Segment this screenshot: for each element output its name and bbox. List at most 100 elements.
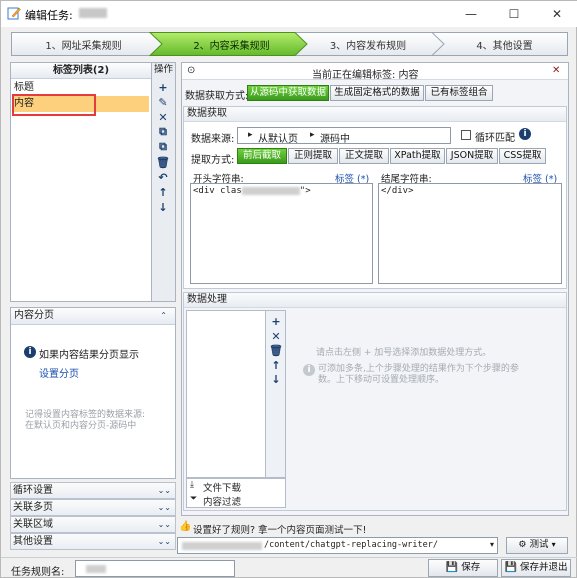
- processing-hint-2: 可添加多条,上个步骤处理的结果作为下个步骤的参数。上下移动可设置处理顺序。: [318, 364, 519, 385]
- start-string-value-end: ">: [299, 186, 311, 196]
- data-processing-title: 数据处理: [184, 293, 566, 308]
- save-exit-button[interactable]: 💾 保存并退出: [501, 559, 571, 577]
- method-css-button[interactable]: CSS提取: [499, 148, 546, 164]
- method-regex-button[interactable]: 正则提取: [288, 148, 338, 164]
- undo-icon[interactable]: ↶: [156, 170, 170, 184]
- hint-info-icon: i: [303, 364, 315, 376]
- close-button[interactable]: ✕: [536, 1, 577, 27]
- test-button[interactable]: ⚙ 测试 ▾: [506, 537, 568, 554]
- method-before-after-button[interactable]: 前后截取: [237, 148, 287, 164]
- source-path-page: 从默认页: [258, 134, 298, 145]
- breadcrumb-arrow-icon: ▸: [248, 130, 253, 140]
- move-up-process-icon[interactable]: ↑: [269, 358, 283, 372]
- move-up-icon[interactable]: ↑: [156, 185, 170, 199]
- expand-chevron-icon: ⌄⌄: [157, 503, 171, 512]
- loop-help-icon[interactable]: i: [519, 128, 531, 140]
- test-url-input[interactable]: /content/chatgpt-replacing-writer/ ▾: [177, 537, 498, 554]
- pin-icon[interactable]: ⊙: [187, 65, 195, 76]
- minimize-button[interactable]: —: [450, 1, 492, 27]
- step-publish-rules[interactable]: 3、内容发布规则: [303, 32, 433, 56]
- loop-match-label: 循环匹配: [475, 133, 515, 144]
- editor-window: 编辑任务: — ☐ ✕ 1、网址采集规则 2、内容采集规则 3、内容发布规则 4…: [0, 0, 577, 578]
- processing-hint-1: 请点击左侧 + 加号选择添加数据处理方式。: [316, 348, 492, 358]
- pagination-header[interactable]: 内容分页 ⌃: [11, 308, 175, 325]
- editing-tag-text: 当前正在编辑标签: 内容: [312, 70, 419, 81]
- method-xpath-button[interactable]: XPath提取: [390, 148, 445, 164]
- rule-name-label: 任务规则名:: [11, 567, 65, 578]
- data-source-label: 数据来源:: [191, 134, 235, 145]
- step-wizard: 1、网址采集规则 2、内容采集规则 3、内容发布规则 4、其他设置: [11, 32, 568, 56]
- method-body-button[interactable]: 正文提取: [339, 148, 389, 164]
- expand-chevron-icon: ⌄⌄: [157, 520, 171, 529]
- url-dropdown-icon[interactable]: ▾: [490, 540, 494, 549]
- data-fetch-title: 数据获取: [184, 107, 566, 122]
- filter-icon[interactable]: ⏷: [190, 494, 197, 504]
- add-tag-icon[interactable]: +: [156, 80, 170, 94]
- add-process-icon[interactable]: +: [269, 314, 283, 328]
- set-pagination-link[interactable]: 设置分页: [39, 365, 79, 380]
- processing-list[interactable]: [186, 310, 266, 478]
- selection-highlight-box: [12, 94, 96, 116]
- data-source-selector[interactable]: ▸ 从默认页 ▸ 源码中: [237, 127, 451, 145]
- loop-settings-section[interactable]: 循环设置 ⌄⌄: [10, 482, 176, 499]
- task-name-redacted: [79, 8, 107, 18]
- test-dropdown-icon: ▾: [551, 540, 556, 549]
- step-content-rules[interactable]: 2、内容采集规则: [159, 32, 304, 56]
- test-url-path: /content/chatgpt-replacing-writer/: [264, 540, 438, 550]
- trash-icon[interactable]: 🗑: [156, 155, 170, 169]
- source-path-code: 源码中: [320, 134, 350, 145]
- info-icon: i: [24, 346, 36, 358]
- footer-divider: [1, 557, 577, 558]
- pagination-panel: 内容分页 ⌃: [10, 307, 176, 479]
- test-icon: ⚙: [518, 540, 527, 550]
- method-json-button[interactable]: JSON提取: [446, 148, 498, 164]
- redacted-rule-name: [86, 565, 106, 573]
- other-settings-section[interactable]: 其他设置 ⌄⌄: [10, 533, 176, 550]
- save-disk-icon: 💾: [445, 562, 459, 573]
- related-pages-section[interactable]: 关联多页 ⌄⌄: [10, 499, 176, 516]
- mode-from-source-button[interactable]: 从源码中获取数据: [247, 85, 329, 101]
- collapse-up-icon[interactable]: ⌃: [160, 308, 167, 324]
- move-down-process-icon[interactable]: ↓: [269, 372, 283, 386]
- edit-tag-icon[interactable]: ✎: [156, 95, 170, 109]
- end-string-textarea[interactable]: </div>: [378, 183, 562, 284]
- edit-app-icon: [7, 7, 21, 20]
- ops-header: 操作: [153, 64, 173, 75]
- delete-tag-icon[interactable]: ✕: [156, 110, 170, 124]
- start-string-textarea[interactable]: <div clas ">: [190, 183, 373, 284]
- mode-combine-tags-button[interactable]: 已有标签组合: [425, 85, 493, 101]
- redacted-domain: [182, 542, 262, 550]
- expand-chevron-icon: ⌄⌄: [157, 537, 171, 546]
- breadcrumb-arrow-icon: ▸: [310, 130, 315, 140]
- rule-name-input[interactable]: [75, 560, 235, 577]
- mode-fixed-format-button[interactable]: 生成固定格式的数据: [330, 85, 424, 101]
- related-area-section[interactable]: 关联区域 ⌄⌄: [10, 516, 176, 533]
- expand-chevron-icon: ⌄⌄: [157, 486, 171, 495]
- maximize-button[interactable]: ☐: [493, 1, 535, 27]
- copy-tag-icon[interactable]: ⧉: [156, 125, 170, 139]
- step-other-settings[interactable]: 4、其他设置: [441, 32, 568, 56]
- tag-list-header: 标签列表(2): [11, 63, 151, 79]
- step-url-rules[interactable]: 1、网址采集规则: [11, 32, 156, 56]
- save-button[interactable]: 💾 保存: [428, 559, 498, 577]
- window-title: 编辑任务:: [25, 9, 73, 22]
- pagination-note-2: 在默认页和内容分页-源码中: [25, 421, 137, 431]
- close-banner-icon[interactable]: ✕: [552, 65, 560, 76]
- move-down-icon[interactable]: ↓: [156, 200, 170, 214]
- end-string-value: </div>: [381, 186, 414, 196]
- editing-banner: ⊙ 当前正在编辑标签: 内容 ✕: [182, 63, 568, 81]
- title-bar: 编辑任务: — ☐ ✕: [1, 1, 577, 27]
- redacted-class: [241, 186, 300, 195]
- test-prompt: 设置好了规则? 拿一个内容页面测试一下!: [193, 525, 367, 536]
- trash-process-icon[interactable]: 🗑: [269, 343, 283, 357]
- pagination-info: 如果内容结果分页显示: [39, 350, 139, 361]
- file-download-action[interactable]: 文件下载: [203, 480, 241, 494]
- pagination-title: 内容分页: [14, 310, 54, 321]
- paste-tag-icon[interactable]: ⧉: [156, 140, 170, 154]
- content-filter-action[interactable]: 内容过滤: [203, 494, 241, 508]
- loop-match-checkbox[interactable]: [461, 130, 471, 140]
- download-icon[interactable]: ⤓: [190, 480, 194, 490]
- delete-process-icon[interactable]: ✕: [269, 329, 283, 343]
- save-exit-icon: 💾: [504, 562, 517, 573]
- acquire-mode-label: 数据获取方式:: [185, 91, 249, 102]
